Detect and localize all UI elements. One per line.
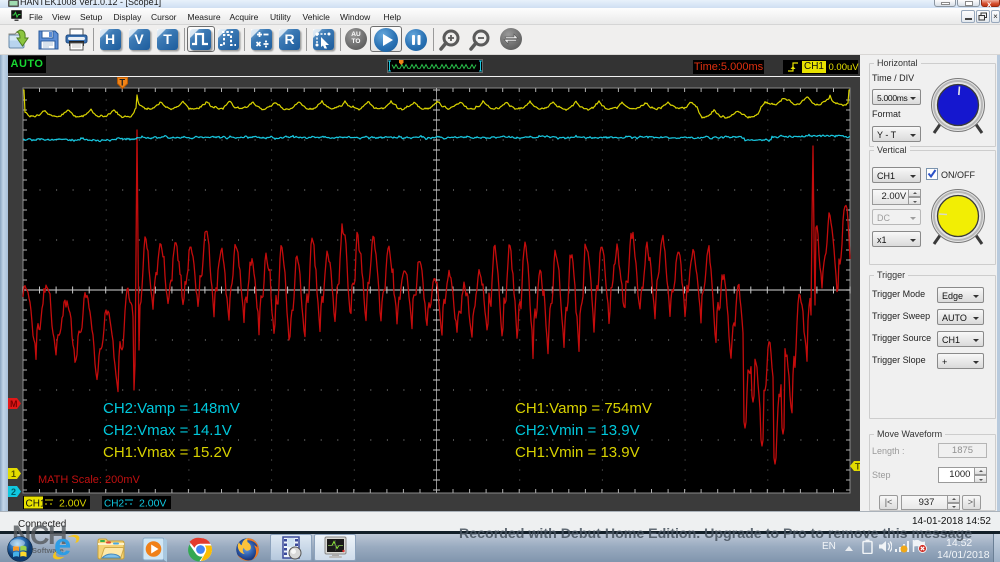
svg-text:CH2:Vmax = 14.1V: CH2:Vmax = 14.1V <box>103 422 232 439</box>
svg-text:M: M <box>10 399 18 409</box>
svg-text:CH2:Vmin = 13.9V: CH2:Vmin = 13.9V <box>515 422 640 439</box>
svg-text:CH1:Vamp = 754mV: CH1:Vamp = 754mV <box>515 400 652 417</box>
svg-text:CH2: CH2 <box>104 499 124 510</box>
svg-text:2: 2 <box>11 487 16 497</box>
svg-text:1: 1 <box>11 469 16 479</box>
svg-text:CH2:Vamp = 148mV: CH2:Vamp = 148mV <box>103 400 240 417</box>
svg-text:CH1:Vmax = 15.2V: CH1:Vmax = 15.2V <box>103 444 232 461</box>
svg-text:2.00V: 2.00V <box>139 498 166 510</box>
svg-text:MATH Scale: 200mV: MATH Scale: 200mV <box>38 474 141 486</box>
svg-text:2.00V: 2.00V <box>59 498 86 510</box>
svg-text:T: T <box>120 78 126 88</box>
svg-text:CH1: CH1 <box>26 499 46 510</box>
svg-text:CH1:Vmin = 13.9V: CH1:Vmin = 13.9V <box>515 444 640 461</box>
